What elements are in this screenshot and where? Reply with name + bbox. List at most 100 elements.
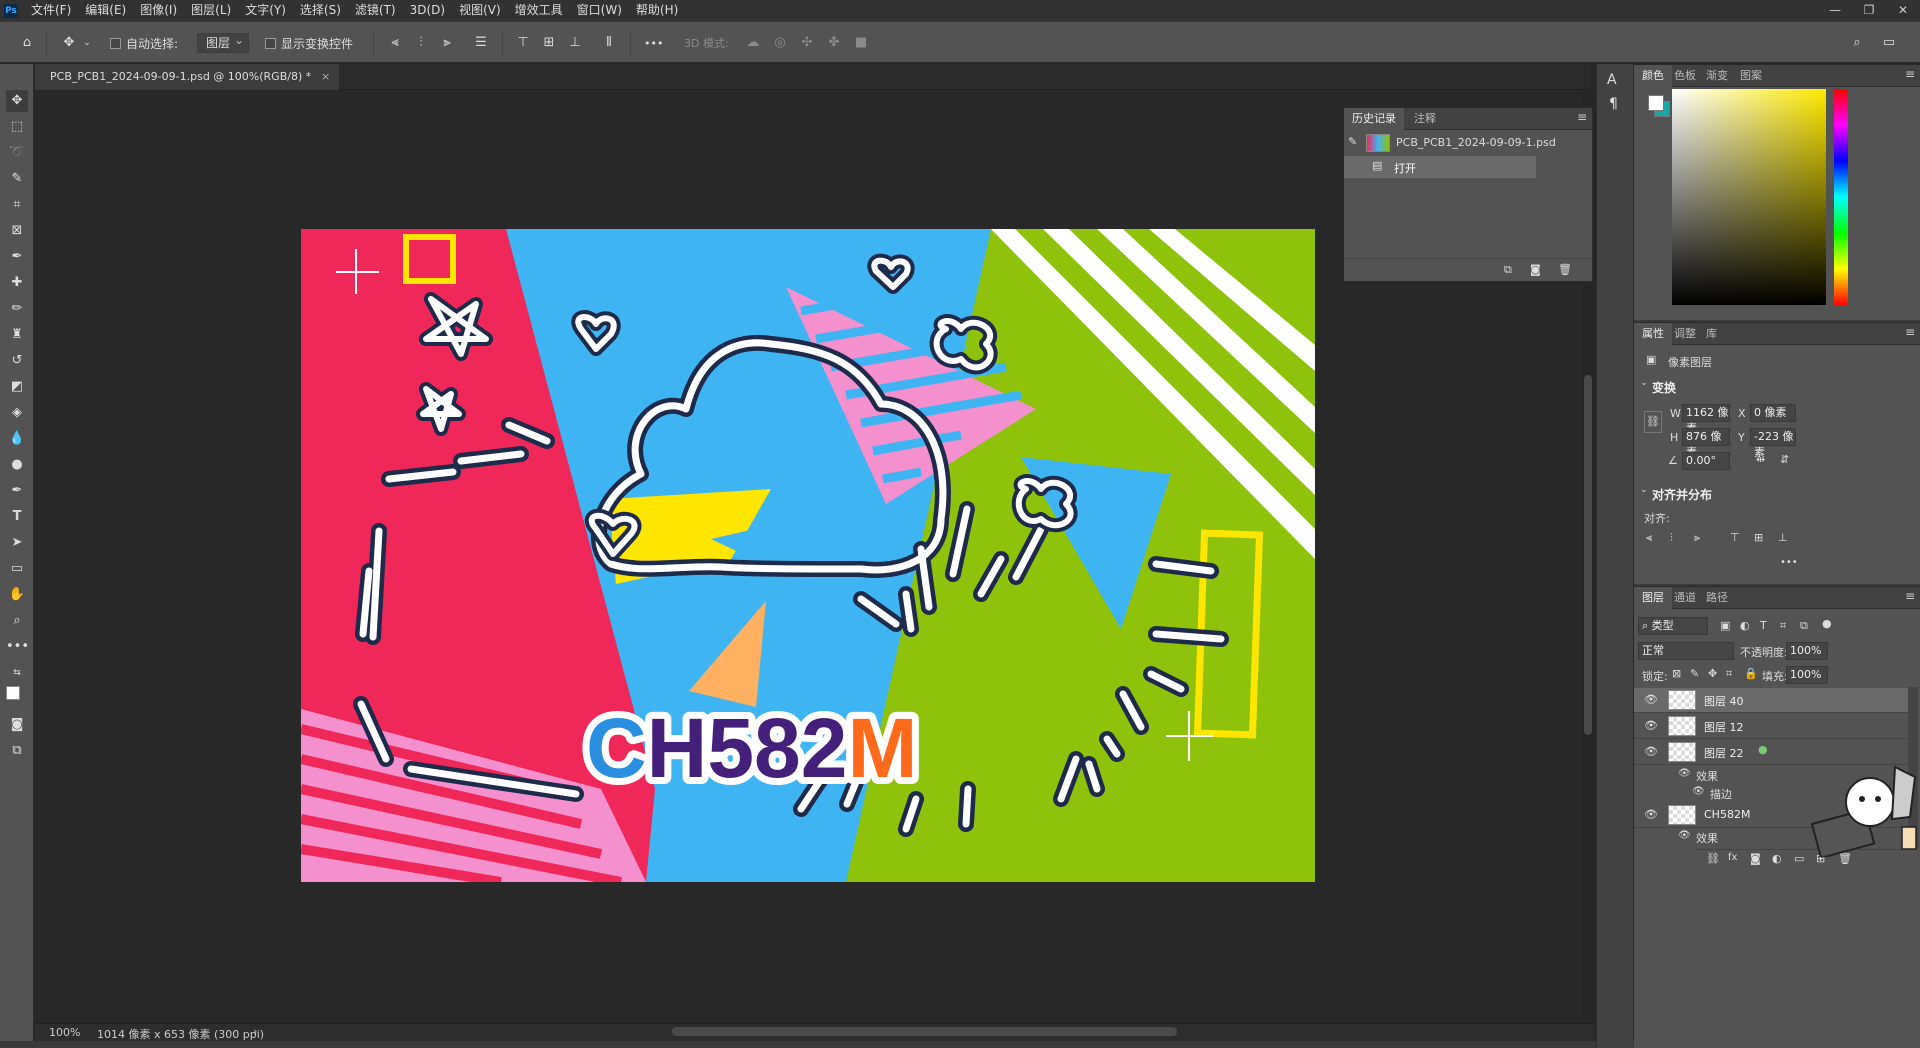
3d-roll-icon[interactable]: ◎ [771, 34, 789, 52]
menu-layer[interactable]: 图层(L) [184, 0, 238, 21]
3d-drag-icon[interactable]: ✣ [798, 34, 816, 52]
status-arrow-icon[interactable]: › [253, 1025, 257, 1038]
chevron-down-icon[interactable]: ⌄ [78, 34, 96, 52]
lock-pixels-icon[interactable]: ✎ [1690, 667, 1699, 680]
tab-libraries[interactable]: 库 [1698, 323, 1725, 345]
eye-icon[interactable]: 👁 [1644, 693, 1658, 706]
3d-slide-icon[interactable]: ✤ [825, 34, 843, 52]
align-left-icon[interactable]: ⫷ [1646, 531, 1652, 545]
quick-select-tool-icon[interactable]: ✎ [6, 168, 28, 190]
brush-tool-icon[interactable]: ✏ [6, 298, 28, 320]
foreground-color-swatch[interactable] [1648, 95, 1664, 111]
tab-patterns[interactable]: 图案 [1732, 65, 1770, 87]
eye-icon[interactable]: 👁 [1678, 768, 1691, 779]
panel-menu-icon[interactable]: ≡ [1905, 67, 1915, 81]
close-icon[interactable]: ✕ [1886, 0, 1920, 21]
path-select-icon[interactable]: ➤ [6, 532, 28, 554]
adjustment-layer-icon[interactable]: ◐ [1772, 852, 1782, 865]
eye-icon[interactable]: 👁 [1678, 830, 1691, 841]
history-snapshot[interactable]: ✎ PCB_PCB1_2024-09-09-1.psd [1344, 130, 1592, 156]
move-tool-icon[interactable]: ✥ [60, 34, 78, 52]
filter-adjustment-icon[interactable]: ◐ [1740, 619, 1750, 632]
menu-file[interactable]: 文件(F) [24, 0, 78, 21]
vertical-scroll-thumb[interactable] [1584, 375, 1592, 735]
blur-tool-icon[interactable]: 💧 [6, 428, 28, 450]
history-step[interactable]: ▤ 打开 [1344, 156, 1536, 178]
close-tab-icon[interactable]: × [321, 64, 330, 90]
workspace-icon[interactable]: ▭ [1880, 34, 1898, 52]
menu-view[interactable]: 视图(V) [452, 0, 508, 21]
minimize-icon[interactable]: — [1818, 0, 1852, 21]
quick-mask-icon[interactable]: ◙ [6, 714, 28, 736]
height-field[interactable]: 876 像素 [1682, 428, 1730, 459]
layer-filter-dropdown[interactable]: ⌕ 类型 [1638, 617, 1708, 635]
eraser-tool-icon[interactable]: ◩ [6, 376, 28, 398]
paint-bucket-icon[interactable]: ◈ [6, 402, 28, 424]
move-tool-icon[interactable]: ✥ [6, 90, 28, 112]
new-document-icon[interactable]: ⧉ [1504, 263, 1512, 277]
group-icon[interactable]: ▭ [1794, 852, 1804, 865]
foreground-color-swatch[interactable] [6, 686, 20, 700]
chevron-down-icon[interactable]: ⌄ [1640, 378, 1648, 388]
lock-artboard-icon[interactable]: ⌗ [1726, 667, 1732, 681]
eye-icon[interactable]: 👁 [1644, 745, 1658, 758]
layer-row[interactable]: 👁 图层 12 [1634, 714, 1908, 739]
align-hcenter-icon[interactable]: ⫶ [412, 34, 430, 52]
3d-camera-icon[interactable]: ■ [852, 34, 870, 52]
tab-notes[interactable]: 注释 [1406, 108, 1444, 130]
search-icon[interactable]: ⌕ [1848, 34, 1866, 52]
filter-type-icon[interactable]: T [1760, 619, 1767, 632]
zoom-level[interactable]: 100% [49, 1026, 80, 1039]
lock-transparent-icon[interactable]: ⊠ [1672, 667, 1681, 680]
dodge-tool-icon[interactable]: ● [6, 454, 28, 476]
more-options-button[interactable]: ••• [644, 22, 663, 64]
3d-orbit-icon[interactable]: ☁ [744, 34, 762, 52]
filter-shape-icon[interactable]: ⌗ [1780, 619, 1786, 633]
link-layers-icon[interactable]: ⛓ [1706, 852, 1720, 865]
type-tool-icon[interactable]: T [6, 506, 28, 528]
more-align-button[interactable]: ••• [1780, 557, 1798, 568]
history-brush-source-icon[interactable]: ✎ [1348, 135, 1357, 148]
align-right-icon[interactable]: ⫸ [438, 34, 456, 52]
panel-menu-icon[interactable]: ≡ [1905, 589, 1915, 603]
align-left-icon[interactable]: ⫷ [386, 34, 404, 52]
tab-gradients[interactable]: 渐变 [1698, 65, 1736, 87]
align-vcenter-icon[interactable]: ⊞ [1754, 531, 1763, 544]
eyedropper-tool-icon[interactable]: ✒ [6, 246, 28, 268]
eye-icon[interactable]: 👁 [1692, 786, 1705, 797]
distribute-vertical-icon[interactable]: ☰ [472, 34, 490, 52]
filter-pixel-icon[interactable]: ▣ [1720, 619, 1730, 632]
opacity-field[interactable]: 100% [1786, 642, 1828, 660]
y-field[interactable]: -223 像素 [1750, 428, 1796, 459]
distribute-horizontal-icon[interactable]: ⫴ [600, 34, 618, 52]
artwork-canvas[interactable]: CH582M CH582M [301, 229, 1315, 882]
document-tab[interactable]: PCB_PCB1_2024-09-09-1.psd @ 100%(RGB/8) … [35, 64, 340, 90]
lock-position-icon[interactable]: ✥ [1708, 667, 1717, 680]
pen-tool-icon[interactable]: ✒ [6, 480, 28, 502]
align-bottom-icon[interactable]: ⊥ [566, 34, 584, 52]
menu-select[interactable]: 选择(S) [293, 0, 348, 21]
character-icon[interactable]: A [1607, 72, 1617, 88]
fx-icon[interactable]: fx [1728, 852, 1737, 863]
filter-smart-object-icon[interactable]: ⧉ [1800, 619, 1808, 633]
menu-window[interactable]: 窗口(W) [570, 0, 629, 21]
align-vcenter-icon[interactable]: ⊞ [540, 34, 558, 52]
stamp-tool-icon[interactable]: ♜ [6, 324, 28, 346]
swap-colors-icon[interactable]: ⇆ [6, 662, 28, 684]
hue-slider[interactable] [1834, 89, 1848, 305]
horizontal-scroll-thumb[interactable] [672, 1027, 1177, 1036]
chevron-down-icon[interactable]: ⌄ [1640, 485, 1648, 495]
eye-icon[interactable]: 👁 [1644, 719, 1658, 732]
crop-tool-icon[interactable]: ⌗ [6, 194, 28, 216]
paragraph-icon[interactable]: ¶ [1609, 96, 1618, 112]
frame-tool-icon[interactable]: ⊠ [6, 220, 28, 242]
rectangle-tool-icon[interactable]: ▭ [6, 558, 28, 580]
home-icon[interactable]: ⌂ [18, 34, 36, 52]
lock-all-icon[interactable]: 🔒 [1744, 667, 1758, 680]
menu-help[interactable]: 帮助(H) [629, 0, 685, 21]
menu-3d[interactable]: 3D(D) [403, 0, 452, 21]
lasso-tool-icon[interactable]: ➰ [6, 142, 28, 164]
healing-brush-icon[interactable]: ✚ [6, 272, 28, 294]
eye-icon[interactable]: 👁 [1644, 808, 1658, 821]
marquee-tool-icon[interactable]: ⬚ [6, 116, 28, 138]
